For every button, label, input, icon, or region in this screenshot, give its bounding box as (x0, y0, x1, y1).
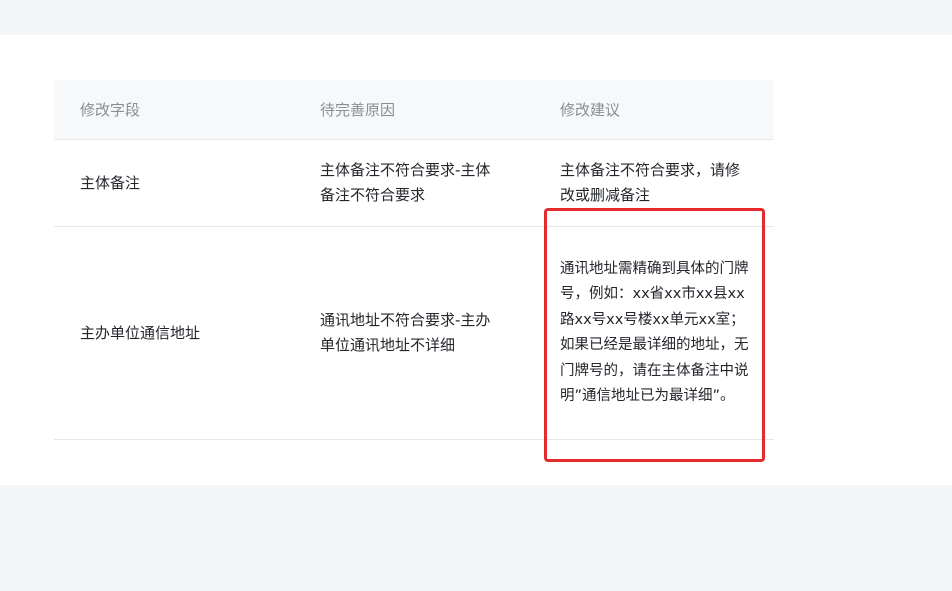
field-cell: 主体备注 (54, 140, 294, 226)
header-suggestion: 修改建议 (560, 101, 621, 119)
content-card: 修改字段 待完善原因 修改建议 主体备注 主体备注不符合要求-主体备注不符合要求… (0, 35, 952, 485)
table-row: 主办单位通信地址 通讯地址不符合要求-主办单位通讯地址不详细 通讯地址需精确到具… (54, 227, 774, 440)
suggestion-cell: 主体备注不符合要求，请修改或删减备注 (534, 140, 774, 226)
header-reason: 待完善原因 (320, 101, 396, 119)
modification-table: 修改字段 待完善原因 修改建议 主体备注 主体备注不符合要求-主体备注不符合要求… (54, 80, 774, 440)
suggestion-cell: 通讯地址需精确到具体的门牌号，例如：xx省xx市xx县xx路xx号xx号楼xx单… (534, 227, 774, 439)
header-field: 修改字段 (80, 101, 141, 119)
reason-text: 主体备注不符合要求-主体备注不符合要求 (320, 161, 491, 204)
page: 修改字段 待完善原因 修改建议 主体备注 主体备注不符合要求-主体备注不符合要求… (0, 0, 952, 591)
table-row: 主体备注 主体备注不符合要求-主体备注不符合要求 主体备注不符合要求，请修改或删… (54, 140, 774, 227)
reason-cell: 通讯地址不符合要求-主办单位通讯地址不详细 (294, 227, 534, 439)
suggestion-text: 主体备注不符合要求，请修改或删减备注 (560, 161, 741, 204)
field-cell: 主办单位通信地址 (54, 227, 294, 439)
suggestion-text: 通讯地址需精确到具体的门牌号，例如：xx省xx市xx县xx路xx号xx号楼xx单… (560, 260, 749, 405)
field-text: 主办单位通信地址 (80, 323, 201, 342)
reason-cell: 主体备注不符合要求-主体备注不符合要求 (294, 140, 534, 226)
table-header: 修改字段 待完善原因 修改建议 (54, 80, 774, 140)
reason-text: 通讯地址不符合要求-主办单位通讯地址不详细 (320, 311, 491, 354)
field-text: 主体备注 (80, 173, 141, 192)
